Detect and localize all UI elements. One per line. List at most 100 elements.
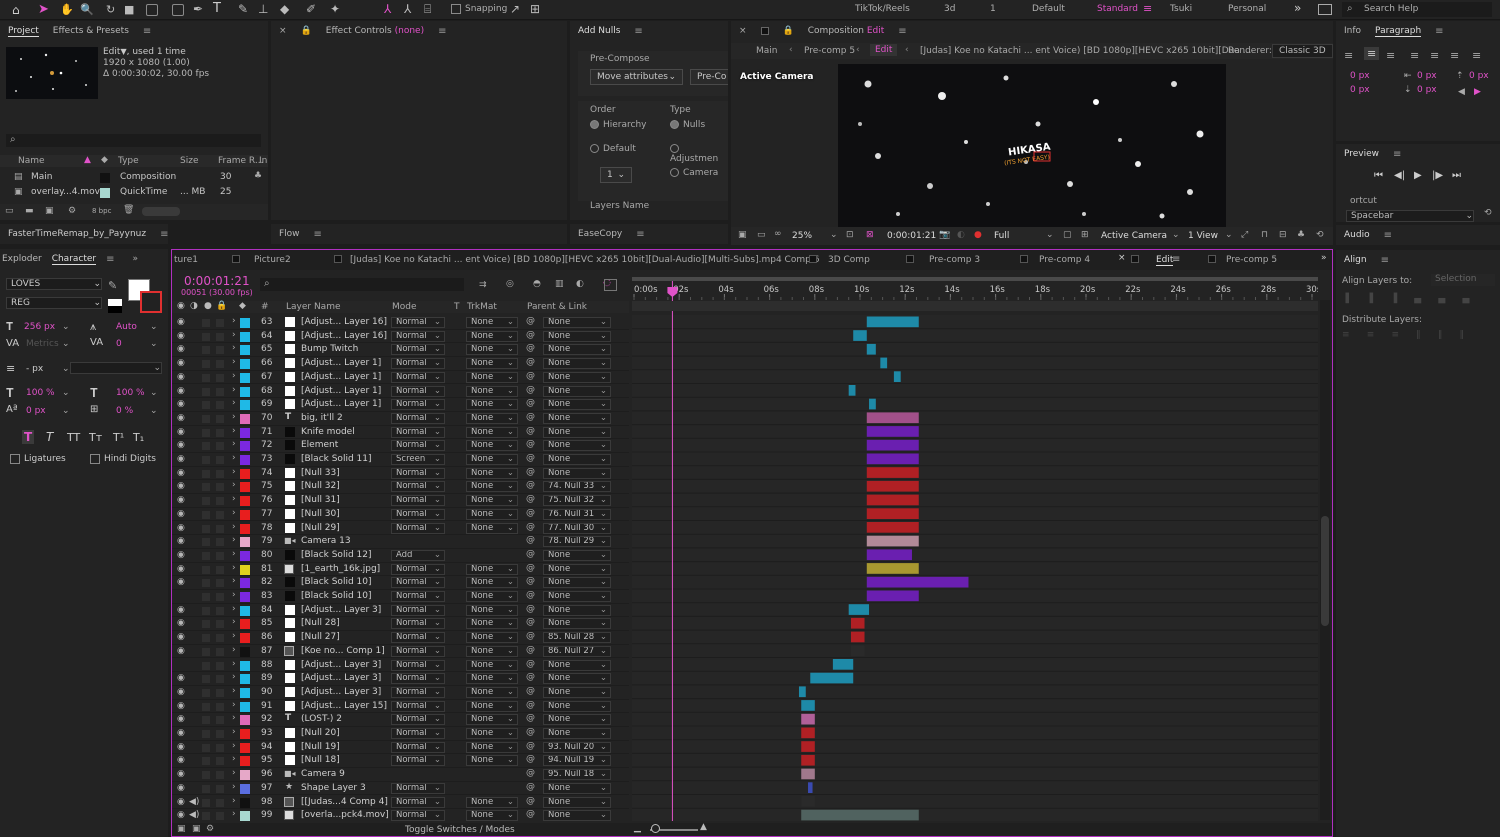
chevron-down-icon[interactable]: ⌄ [830,230,838,240]
pan-behind-icon[interactable] [146,4,158,19]
layer-name[interactable]: [Adjust... Layer 3] [301,660,381,670]
layer-row[interactable]: ◉ › 85 [Null 28] Normal ⌄ None ⌄ @ None ⌄ [172,617,629,632]
draft-3d-icon[interactable]: ◎ [506,279,514,289]
layer-mode-select[interactable]: Normal ⌄ [391,632,445,644]
col-size[interactable]: Size [180,156,198,166]
project-settings-icon[interactable]: ⚙ [68,206,76,216]
lock-toggle[interactable] [216,442,224,451]
pickwhip-icon[interactable]: @ [526,727,535,737]
timeline-tab[interactable]: 3D Comp [828,255,870,265]
layer-row[interactable]: ◉ › 90 [Adjust... Layer 3] Normal ⌄ None ⌄ @ None… [172,686,629,700]
all-caps-icon[interactable]: TT [67,431,80,444]
solo-toggle[interactable] [202,757,210,766]
chevron-down-icon[interactable]: ⌄ [1046,230,1054,240]
layer-name[interactable]: [1_earth_16k.jpg] [301,564,380,574]
layer-row[interactable]: ◉ › 74 [Null 33] Normal ⌄ None ⌄ @ None ⌄ [172,467,629,481]
layer-trkmat-select[interactable]: None ⌄ [466,673,518,685]
layer-mode-select[interactable]: Normal ⌄ [391,810,445,821]
view-axis-icon[interactable]: ⌸ [424,2,431,17]
layer-label-color[interactable] [240,386,250,397]
eye-icon[interactable]: ◉ [177,797,185,807]
layer-trkmat-select[interactable]: None ⌄ [466,481,518,493]
project-row[interactable]: ▤ Main Composition 30 ♣ [0,171,268,185]
layer-trkmat-select[interactable]: None ⌄ [466,645,518,657]
white-swatch[interactable] [108,299,122,306]
layer-parent-select[interactable]: None ⌄ [543,577,611,589]
order-count-dropdown[interactable]: 1 ⌄ [600,167,632,183]
layer-mode-select[interactable]: Normal ⌄ [391,426,445,438]
eye-icon[interactable]: ◉ [177,728,185,738]
project-row[interactable]: ▣ overlay...4.mov QuickTime ... MB 25 [0,186,268,200]
layer-row[interactable]: ◉ › 75 [Null 32] Normal ⌄ None ⌄ @74. Null 33 ⌄ [172,480,629,495]
layer-mode-select[interactable]: Normal ⌄ [391,358,445,370]
layer-bar[interactable] [866,412,919,424]
layer-label-color[interactable] [240,770,250,781]
layer-label-color[interactable] [240,550,250,561]
layer-name[interactable]: [Adjust... Layer 1] [301,399,381,409]
layer-parent-select[interactable]: None ⌄ [543,549,611,561]
layer-bar[interactable] [866,590,919,602]
interpret-footage-icon[interactable]: ▭ [5,206,14,216]
chevron-right-icon[interactable]: › [232,645,236,655]
lock-toggle[interactable] [216,538,224,547]
layer-name[interactable]: [Adjust... Layer 15] [301,701,387,711]
eye-icon[interactable]: ◉ [177,618,185,628]
layer-label-color[interactable] [240,413,250,424]
more-workspaces-icon[interactable]: » [1294,1,1301,15]
pickwhip-icon[interactable]: @ [526,385,535,395]
solo-toggle[interactable] [202,483,210,492]
layer-row[interactable]: ◉ › 79 ■◂ Camera 13 @78. Null 29 ⌄ [172,535,629,549]
faux-bold-icon[interactable]: T [22,430,35,444]
layer-bar[interactable] [848,604,870,615]
timeline-vscrollbar[interactable] [1320,300,1330,820]
layer-mode-select[interactable]: Normal ⌄ [391,796,445,808]
channel-icon[interactable]: ● [974,230,982,240]
lock-toggle[interactable] [216,414,224,423]
indent-right-value[interactable]: 0 px [1350,85,1370,95]
layer-mode-select[interactable]: Normal ⌄ [391,714,445,726]
first-frame-icon[interactable]: ⏮ [1374,170,1383,181]
solo-toggle[interactable] [202,579,210,588]
layer-trkmat-select[interactable]: None ⌄ [466,632,518,644]
layer-parent-select[interactable]: None ⌄ [543,604,611,616]
workspace-1[interactable]: 1 [990,4,996,14]
lock-toggle[interactable] [216,702,224,711]
world-axis-icon[interactable]: ⅄ [404,2,411,16]
chevron-right-icon[interactable]: › [232,343,236,353]
chevron-down-icon[interactable]: ⌄ [1225,230,1233,240]
layer-parent-select[interactable]: None ⌄ [543,358,611,370]
eye-icon[interactable]: ◉ [177,344,185,354]
chevron-down-icon[interactable]: ⌄ [150,388,158,398]
layer-trkmat-select[interactable]: None ⌄ [466,371,518,383]
align-left-edges-icon[interactable]: ▐ [1342,294,1349,304]
lock-toggle[interactable] [216,510,224,519]
solo-toggle[interactable] [202,620,210,629]
toggle-switches-modes[interactable]: Toggle Switches / Modes [405,825,515,835]
layer-mode-select[interactable]: Normal ⌄ [391,673,445,685]
camera-tool-icon[interactable]: ■ [124,3,134,16]
layer-mode-select[interactable]: Normal ⌄ [391,344,445,356]
layer-bar[interactable] [866,494,919,506]
layer-trkmat-select[interactable]: None ⌄ [466,317,518,328]
layer-bar[interactable] [866,316,919,328]
align-to-select[interactable]: Selection [1431,274,1495,286]
panel-menu-icon[interactable]: ≡ [438,26,446,37]
layer-row[interactable]: ◉ › 92 T (LOST-) 2 Normal ⌄ None ⌄ @ None ⌄ [172,713,629,727]
layer-parent-select[interactable]: 78. Null 29 ⌄ [543,536,611,548]
layer-label-color[interactable] [240,797,250,808]
faux-italic-icon[interactable]: T [46,430,53,444]
layer-row[interactable]: ◉ › 81 [1_earth_16k.jpg] Normal ⌄ None ⌄ @ None ⌄ [172,563,629,577]
eye-icon[interactable]: ◉ [177,673,185,683]
layer-trkmat-select[interactable]: None ⌄ [466,659,518,671]
panel-menu-icon[interactable]: ≡ [160,229,168,240]
layer-name[interactable]: [Null 29] [301,523,340,533]
chevron-right-icon[interactable]: › [232,522,236,532]
lock-toggle[interactable] [216,360,224,369]
rotate-tool-icon[interactable]: ↻ [106,3,115,16]
lock-toggle[interactable] [216,373,224,382]
layer-mode-select[interactable]: Normal ⌄ [391,686,445,698]
chevron-right-icon[interactable]: › [232,796,236,806]
chevron-right-icon[interactable]: › [232,412,236,422]
comp-flowchart-icon[interactable]: ⇉ [479,280,487,290]
region-of-interest-icon[interactable]: ▢ [1063,230,1072,240]
